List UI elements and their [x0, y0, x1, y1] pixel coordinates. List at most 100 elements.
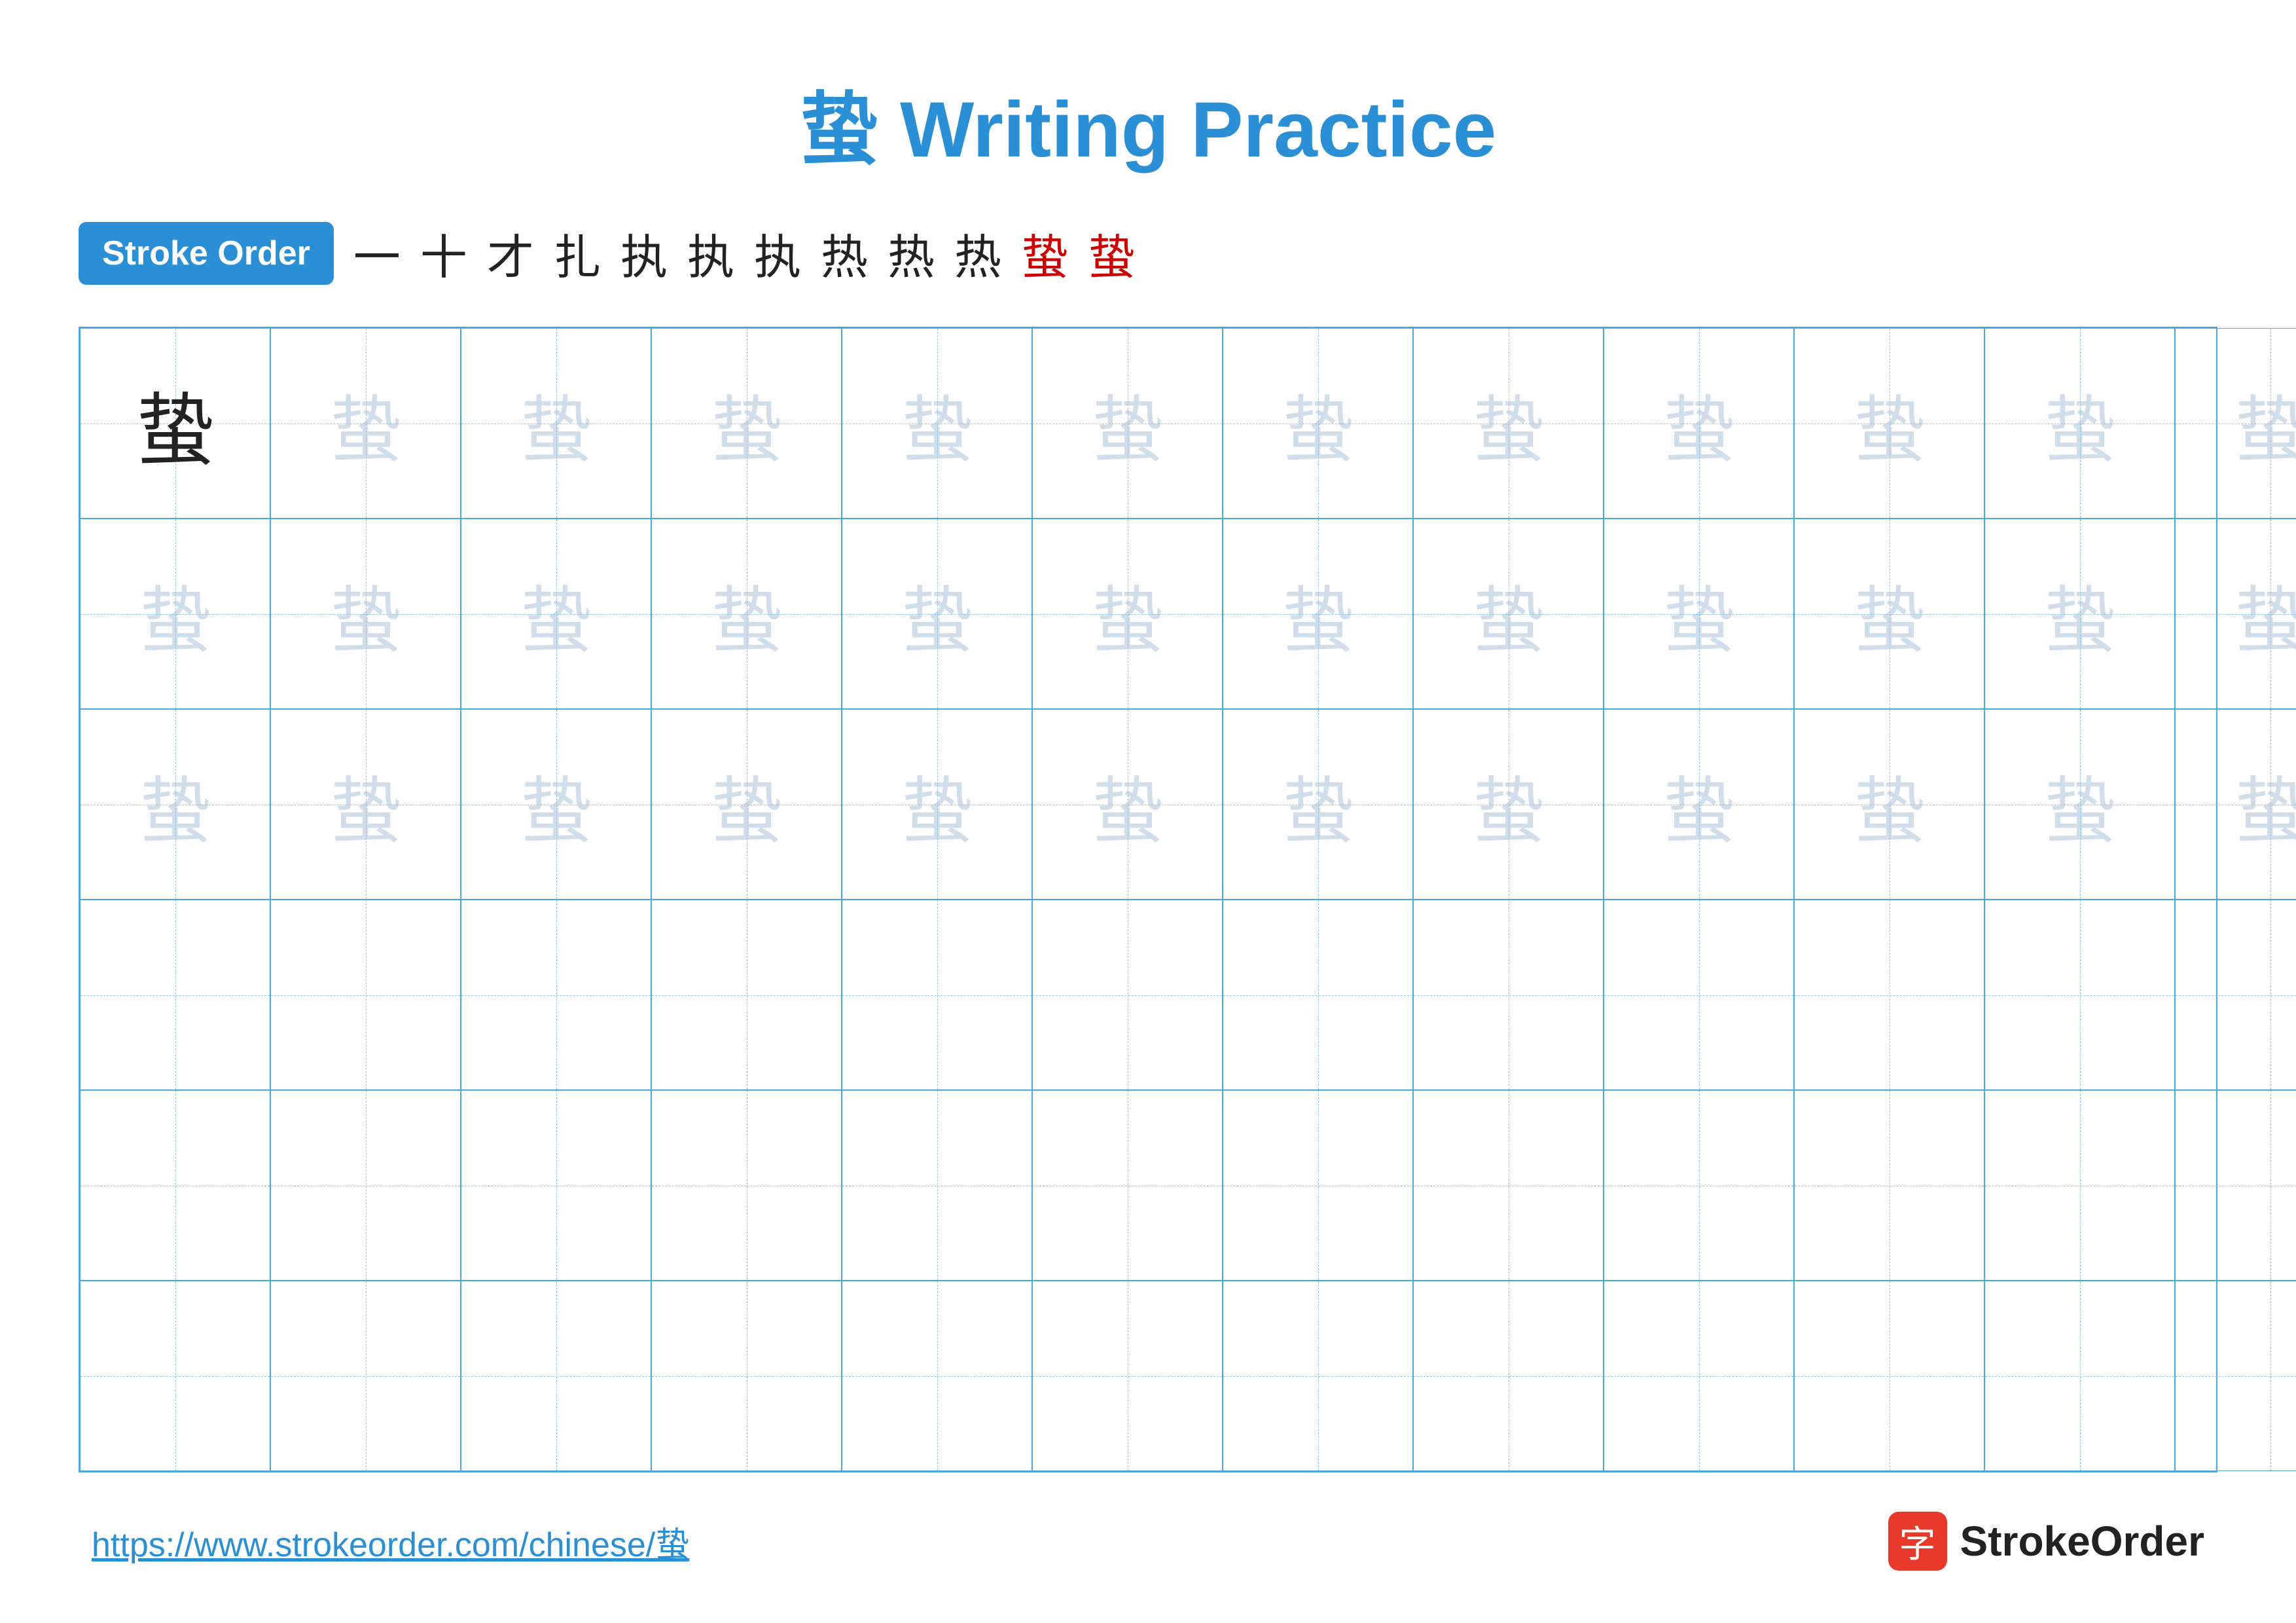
grid-cell-r4c3[interactable] — [461, 900, 651, 1090]
grid-cell-r3c4[interactable]: 蛰 — [651, 709, 842, 900]
grid-cell-r5c3[interactable] — [461, 1090, 651, 1281]
char-guide: 蛰 — [1092, 371, 1164, 476]
grid-cell-r4c9[interactable] — [1604, 900, 1794, 1090]
grid-cell-r3c6[interactable]: 蛰 — [1032, 709, 1223, 900]
char-guide: 蛰 — [2234, 562, 2296, 666]
grid-cell-r5c9[interactable] — [1604, 1090, 1794, 1281]
footer-url[interactable]: https://www.strokeorder.com/chinese/蛰 — [92, 1517, 689, 1566]
grid-cell-r2c7[interactable]: 蛰 — [1223, 519, 1413, 709]
stroke-order-row: Stroke Order 一 十 才 扎 执 执 执 热 热 热 蛰 蛰 — [79, 219, 2217, 287]
char-guide: 蛰 — [2044, 371, 2116, 476]
grid-cell-r3c12[interactable]: 蛰 — [2175, 709, 2296, 900]
grid-cell-r5c12[interactable] — [2175, 1090, 2296, 1281]
grid-cell-r6c5[interactable] — [842, 1281, 1032, 1471]
grid-cell-r6c8[interactable] — [1413, 1281, 1604, 1471]
grid-cell-r4c11[interactable] — [1984, 900, 2175, 1090]
stroke-step-5: 执 — [620, 219, 668, 287]
grid-cell-r1c2[interactable]: 蛰 — [270, 328, 461, 519]
grid-cell-r3c1[interactable]: 蛰 — [80, 709, 270, 900]
char-guide: 蛰 — [139, 752, 211, 857]
grid-cell-r2c10[interactable]: 蛰 — [1794, 519, 1984, 709]
grid-cell-r1c7[interactable]: 蛰 — [1223, 328, 1413, 519]
grid-cell-r2c1[interactable]: 蛰 — [80, 519, 270, 709]
grid-cell-r6c9[interactable] — [1604, 1281, 1794, 1471]
char-guide: 蛰 — [711, 752, 783, 857]
stroke-order-badge: Stroke Order — [79, 222, 334, 285]
grid-cell-r1c4[interactable]: 蛰 — [651, 328, 842, 519]
grid-cell-r6c3[interactable] — [461, 1281, 651, 1471]
stroke-step-2: 十 — [420, 219, 467, 287]
grid-cell-r5c5[interactable] — [842, 1090, 1032, 1281]
stroke-step-8: 热 — [821, 219, 868, 287]
grid-cell-r2c5[interactable]: 蛰 — [842, 519, 1032, 709]
grid-cell-r6c2[interactable] — [270, 1281, 461, 1471]
brand-icon: 字 — [1888, 1512, 1947, 1571]
grid-cell-r2c6[interactable]: 蛰 — [1032, 519, 1223, 709]
grid-cell-r6c6[interactable] — [1032, 1281, 1223, 1471]
stroke-step-1: 一 — [353, 219, 401, 287]
stroke-step-3: 才 — [487, 219, 534, 287]
grid-cell-r4c1[interactable] — [80, 900, 270, 1090]
grid-cell-r2c9[interactable]: 蛰 — [1604, 519, 1794, 709]
grid-cell-r3c3[interactable]: 蛰 — [461, 709, 651, 900]
grid-cell-r4c2[interactable] — [270, 900, 461, 1090]
char-guide: 蛰 — [520, 371, 592, 476]
char-guide: 蛰 — [901, 371, 973, 476]
char-guide: 蛰 — [520, 752, 592, 857]
grid-cell-r2c3[interactable]: 蛰 — [461, 519, 651, 709]
grid-cell-r4c4[interactable] — [651, 900, 842, 1090]
char-guide: 蛰 — [711, 371, 783, 476]
grid-cell-r2c4[interactable]: 蛰 — [651, 519, 842, 709]
char-guide: 蛰 — [901, 752, 973, 857]
grid-cell-r3c2[interactable]: 蛰 — [270, 709, 461, 900]
char-guide: 蛰 — [901, 562, 973, 666]
grid-cell-r5c7[interactable] — [1223, 1090, 1413, 1281]
grid-cell-r5c8[interactable] — [1413, 1090, 1604, 1281]
grid-cell-r6c4[interactable] — [651, 1281, 842, 1471]
char-guide: 蛰 — [2044, 562, 2116, 666]
grid-cell-r6c10[interactable] — [1794, 1281, 1984, 1471]
grid-cell-r5c2[interactable] — [270, 1090, 461, 1281]
char-guide: 蛰 — [2234, 752, 2296, 857]
grid-cell-r1c5[interactable]: 蛰 — [842, 328, 1032, 519]
grid-cell-r6c7[interactable] — [1223, 1281, 1413, 1471]
grid-cell-r3c5[interactable]: 蛰 — [842, 709, 1032, 900]
grid-cell-r3c9[interactable]: 蛰 — [1604, 709, 1794, 900]
grid-cell-r1c8[interactable]: 蛰 — [1413, 328, 1604, 519]
grid-cell-r4c7[interactable] — [1223, 900, 1413, 1090]
stroke-step-10: 热 — [954, 219, 1001, 287]
grid-cell-r2c11[interactable]: 蛰 — [1984, 519, 2175, 709]
grid-cell-r5c10[interactable] — [1794, 1090, 1984, 1281]
char-guide: 蛰 — [2234, 371, 2296, 476]
grid-cell-r5c11[interactable] — [1984, 1090, 2175, 1281]
grid-cell-r5c6[interactable] — [1032, 1090, 1223, 1281]
stroke-step-7: 执 — [754, 219, 801, 287]
grid-cell-r1c1[interactable]: 蛰 — [80, 328, 270, 519]
grid-cell-r4c8[interactable] — [1413, 900, 1604, 1090]
grid-cell-r2c12[interactable]: 蛰 — [2175, 519, 2296, 709]
stroke-step-9: 热 — [888, 219, 935, 287]
grid-cell-r4c6[interactable] — [1032, 900, 1223, 1090]
grid-cell-r3c10[interactable]: 蛰 — [1794, 709, 1984, 900]
grid-cell-r1c12[interactable]: 蛰 — [2175, 328, 2296, 519]
stroke-step-6: 执 — [687, 219, 734, 287]
grid-cell-r2c8[interactable]: 蛰 — [1413, 519, 1604, 709]
grid-cell-r3c8[interactable]: 蛰 — [1413, 709, 1604, 900]
grid-cell-r5c4[interactable] — [651, 1090, 842, 1281]
grid-cell-r6c1[interactable] — [80, 1281, 270, 1471]
grid-cell-r2c2[interactable]: 蛰 — [270, 519, 461, 709]
char-guide: 蛰 — [1282, 752, 1354, 857]
grid-cell-r5c1[interactable] — [80, 1090, 270, 1281]
grid-cell-r1c11[interactable]: 蛰 — [1984, 328, 2175, 519]
grid-cell-r1c10[interactable]: 蛰 — [1794, 328, 1984, 519]
grid-cell-r6c12[interactable] — [2175, 1281, 2296, 1471]
grid-cell-r4c12[interactable] — [2175, 900, 2296, 1090]
grid-cell-r1c3[interactable]: 蛰 — [461, 328, 651, 519]
grid-cell-r4c10[interactable] — [1794, 900, 1984, 1090]
grid-cell-r1c9[interactable]: 蛰 — [1604, 328, 1794, 519]
grid-cell-r3c11[interactable]: 蛰 — [1984, 709, 2175, 900]
grid-cell-r3c7[interactable]: 蛰 — [1223, 709, 1413, 900]
grid-cell-r6c11[interactable] — [1984, 1281, 2175, 1471]
grid-cell-r4c5[interactable] — [842, 900, 1032, 1090]
grid-cell-r1c6[interactable]: 蛰 — [1032, 328, 1223, 519]
